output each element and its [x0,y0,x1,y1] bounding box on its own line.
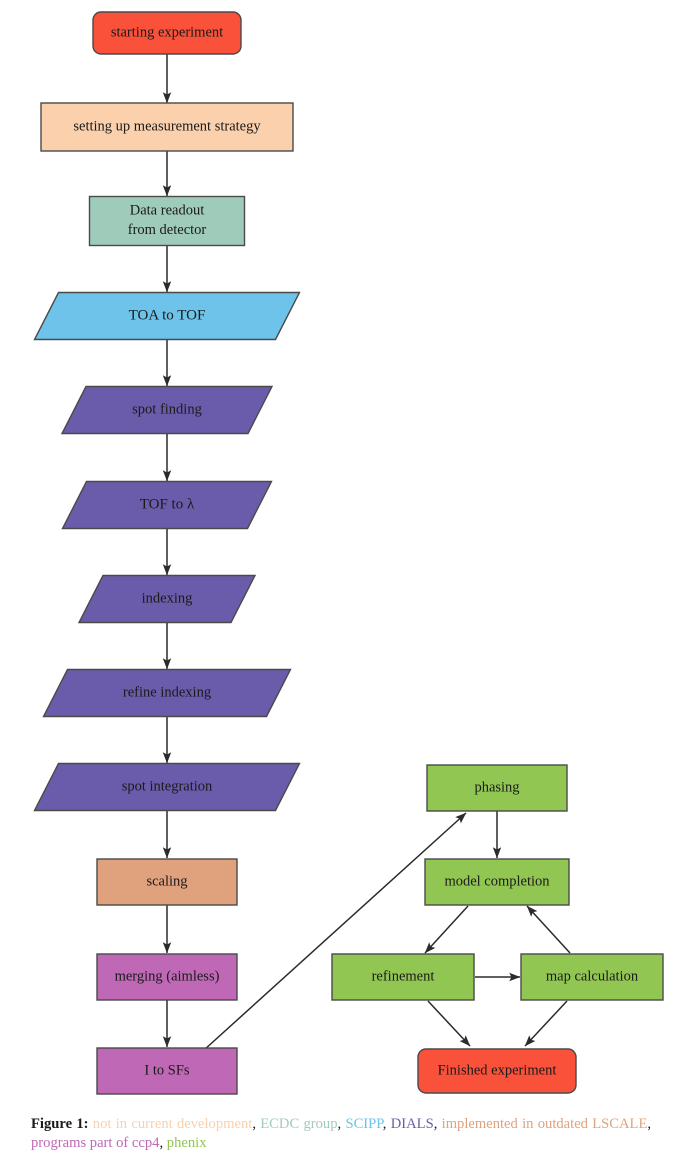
node-refine-indexing[interactable]: refine indexing [42,668,292,718]
node-merging-aimless[interactable]: merging (aimless) [96,953,238,1001]
caption-segment-11: , [159,1135,167,1151]
edge-refinement--finished-experiment [427,1000,471,1047]
edge-map-calculation--model-completion [526,905,571,954]
caption-segment-2: ECDC group [260,1116,338,1132]
node-label-starting-experiment: starting experiment [111,24,223,40]
node-starting-experiment[interactable]: starting experiment [92,11,242,55]
node-label-map-calculation: map calculation [546,968,639,984]
node-finished-experiment[interactable]: Finished experiment [417,1048,577,1094]
nodes-layer: starting experiment setting up measuremen… [33,11,664,1095]
figure-label: Figure 1: [31,1116,89,1132]
node-label-scaling: scaling [146,873,187,889]
node-scaling[interactable]: scaling [96,858,238,906]
node-label-setting-up-measurement-strategy: setting up measurement strategy [73,118,261,134]
node-label-refinement: refinement [372,968,435,984]
edge-i-to-sfs--phasing [203,812,467,1051]
edge-model-completion--refinement [424,905,469,954]
node-label-refine-indexing: refine indexing [123,684,211,700]
node-label-indexing: indexing [142,590,193,606]
caption-segment-7: , [433,1116,442,1132]
node-indexing[interactable]: indexing [77,574,257,624]
node-i-to-sfs[interactable]: I to SFs [96,1047,238,1095]
node-label-spot-finding: spot finding [132,401,202,417]
node-label-toa-to-tof: TOA to TOF [129,307,206,323]
node-toa-to-tof[interactable]: TOA to TOF [33,291,301,341]
caption-segment-6: DIALS [390,1116,434,1132]
node-label-spot-integration: spot integration [122,778,213,794]
node-label-model-completion: model completion [444,873,550,889]
flowchart-canvas: starting experiment setting up measuremen… [33,11,664,1095]
figure-caption-segments: not in current development, ECDC group, … [31,1116,651,1151]
caption-segment-8: implemented in outdated LSCALE [441,1116,648,1132]
node-label-phasing: phasing [474,779,519,795]
node-map-calculation[interactable]: map calculation [520,953,664,1001]
node-data-readout-from-detector[interactable]: Data readout from detector [88,195,246,247]
node-spot-finding[interactable]: spot finding [60,385,274,435]
node-phasing[interactable]: phasing [426,764,568,812]
node-refinement[interactable]: refinement [331,953,475,1001]
node-model-completion[interactable]: model completion [424,858,570,906]
caption-segment-10: programs part of ccp4 [31,1135,160,1151]
caption-segment-9: , [647,1116,652,1132]
node-label-tof-to-lambda: TOF to λ [140,496,195,512]
edge-map-calculation--finished-experiment [524,1000,568,1047]
figure-caption: Figure 1: not in current development, EC… [31,1115,651,1153]
node-setting-up-measurement-strategy[interactable]: setting up measurement strategy [40,102,294,152]
caption-segment-5: , [382,1116,391,1132]
node-label-merging-aimless: merging (aimless) [115,968,220,984]
node-label-finished-experiment: Finished experiment [438,1062,557,1078]
node-label-data-readout-from-detector: Data readout [130,203,204,219]
node-spot-integration[interactable]: spot integration [33,762,301,812]
figure-root: starting experiment setting up measuremen… [0,0,686,1170]
caption-segment-4: SCIPP [345,1116,383,1132]
node-label-data-readout-from-detector: from detector [128,222,207,238]
node-label-i-to-sfs: I to SFs [144,1062,189,1078]
caption-segment-12: phenix [166,1135,207,1151]
node-tof-to-lambda[interactable]: TOF to λ [61,480,273,530]
caption-segment-0: not in current development [92,1116,253,1132]
